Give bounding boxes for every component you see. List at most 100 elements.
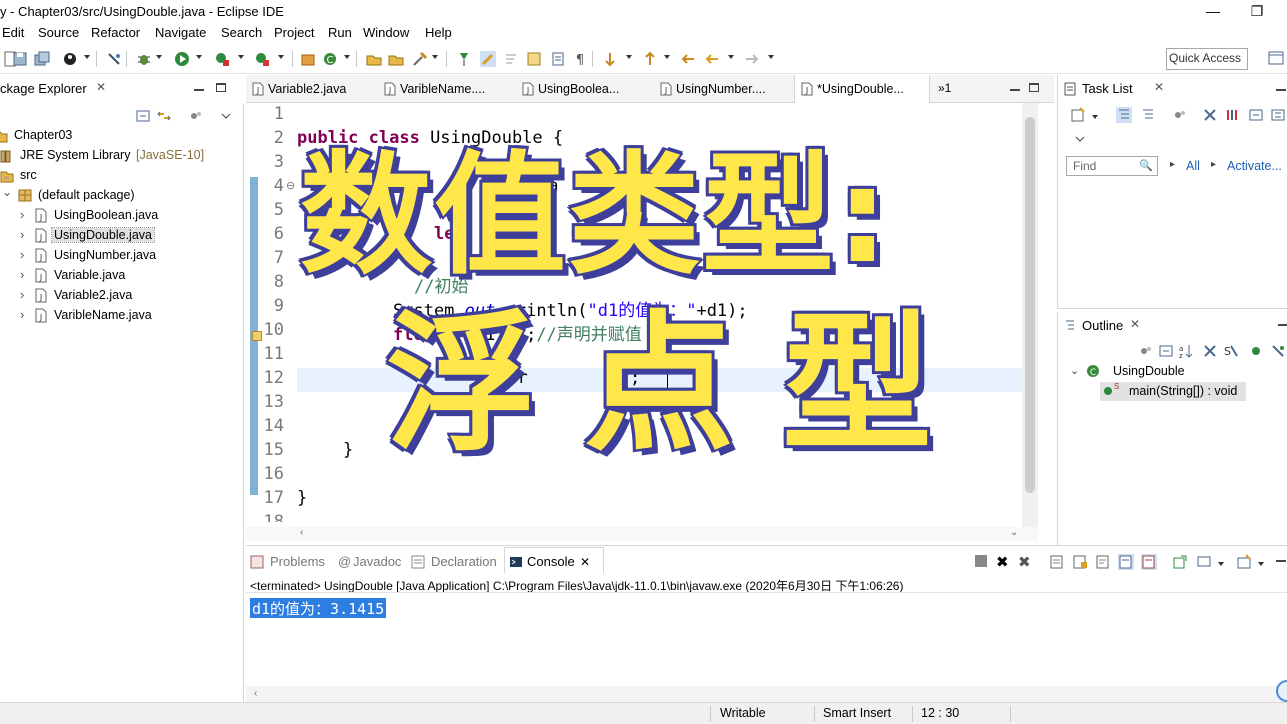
tab-declaration[interactable]: Declaration — [431, 554, 497, 569]
chevron-right-icon[interactable]: › — [20, 307, 24, 322]
scheduled-icon[interactable] — [1140, 107, 1156, 123]
account-icon[interactable] — [62, 51, 78, 67]
tab-overflow-button[interactable]: »1 — [938, 81, 951, 95]
hide-non-public-icon[interactable] — [1248, 343, 1264, 359]
hide-static-icon[interactable]: S — [1222, 343, 1238, 359]
last-edit-location-icon[interactable] — [680, 51, 696, 67]
outline-tab[interactable]: Outline ✕ — [1058, 312, 1158, 340]
editor-vertical-scrollbar[interactable] — [1022, 103, 1038, 527]
code-line-17[interactable]: } — [297, 488, 307, 508]
external-tools-icon[interactable] — [254, 51, 270, 67]
block-selection-icon[interactable] — [526, 51, 542, 67]
account-dropdown-icon[interactable] — [84, 55, 90, 59]
tab-problems[interactable]: Problems — [270, 554, 325, 569]
close-icon[interactable]: ✕ — [96, 80, 106, 94]
back-icon[interactable] — [704, 51, 720, 67]
search-icon[interactable]: 🔍 — [1139, 159, 1153, 172]
minimize-view-icon[interactable] — [1276, 89, 1286, 91]
activate-link[interactable]: Activate... — [1227, 159, 1282, 173]
external-tools-dropdown-icon[interactable] — [278, 55, 284, 59]
menu-edit[interactable]: Edit — [2, 25, 24, 40]
tree-item[interactable]: ⌄ (default package) — [0, 185, 240, 206]
scroll-down-icon[interactable]: ⌄ — [1010, 527, 1018, 538]
remove-launch-icon[interactable]: ✖ — [996, 553, 1012, 571]
editor-tab-variable2[interactable]: J Variable2.java — [246, 75, 378, 103]
new-class-dropdown-icon[interactable] — [344, 55, 350, 59]
new-java-package-icon[interactable] — [300, 51, 316, 67]
console-horizontal-scrollbar[interactable]: ‹ — [246, 686, 1287, 703]
open-task-icon[interactable] — [388, 51, 404, 67]
outline-class-name[interactable]: UsingDouble — [1113, 364, 1185, 378]
chevron-right-icon[interactable]: › — [20, 227, 24, 242]
tree-item[interactable]: › J Variable.java — [0, 266, 240, 286]
filter-icon[interactable] — [1138, 343, 1154, 359]
show-on-stderr-icon[interactable] — [1141, 554, 1157, 570]
pin-console-icon[interactable] — [1172, 554, 1188, 570]
menu-project[interactable]: Project — [274, 25, 314, 40]
collapse-all-icon[interactable] — [1158, 343, 1174, 359]
task-list-tab[interactable]: Task List ✕ — [1058, 75, 1178, 103]
filter-icon[interactable] — [1172, 107, 1188, 123]
run-icon[interactable] — [174, 51, 190, 67]
editor-tab-using-double[interactable]: J *UsingDouble... — [794, 75, 930, 103]
paragraph-icon[interactable]: ¶ — [572, 51, 588, 67]
show-on-stdout-icon[interactable] — [1118, 554, 1134, 570]
open-console-dropdown-icon[interactable] — [1258, 562, 1264, 566]
menu-run[interactable]: Run — [328, 25, 352, 40]
save-all-icon[interactable] — [34, 51, 50, 67]
minimize-editor-icon[interactable] — [1010, 89, 1020, 91]
sort-icon[interactable]: az — [1178, 343, 1194, 360]
show-whitespace-icon[interactable] — [550, 51, 566, 67]
editor-tab-varible-name[interactable]: J VaribleName.... — [378, 75, 516, 103]
back-dropdown-icon[interactable] — [728, 55, 734, 59]
outline-method-row[interactable]: S main(String[]) : void — [1100, 382, 1246, 401]
debug-dropdown-icon[interactable] — [156, 55, 162, 59]
fold-icon[interactable]: ⊖ — [286, 179, 295, 192]
remove-all-icon[interactable]: ✖ — [1018, 553, 1034, 571]
menu-navigate[interactable]: Navigate — [155, 25, 206, 40]
new-task-dropdown-icon[interactable] — [1092, 115, 1098, 119]
chevron-right-icon[interactable]: › — [20, 207, 24, 222]
quick-access-field[interactable]: Quick Access — [1166, 48, 1248, 70]
tree-item[interactable]: › J UsingNumber.java — [0, 246, 240, 266]
display-console-icon[interactable] — [1196, 554, 1212, 570]
forward-icon[interactable] — [744, 51, 760, 67]
menu-search[interactable]: Search — [221, 25, 262, 40]
clear-console-icon[interactable] — [1049, 554, 1065, 570]
chevron-down-icon[interactable] — [1072, 131, 1088, 147]
toggle-highlight-icon[interactable] — [480, 51, 496, 67]
hide-completed-icon[interactable] — [1202, 107, 1218, 123]
minimize-view-icon[interactable] — [194, 89, 204, 91]
scrollbar-thumb[interactable] — [1025, 117, 1035, 493]
open-console-icon[interactable] — [1236, 554, 1252, 570]
hide-fields-icon[interactable] — [1202, 343, 1218, 359]
chevron-down-icon[interactable] — [218, 108, 234, 124]
editor-tab-using-number[interactable]: J UsingNumber.... — [654, 75, 794, 103]
maximize-view-icon[interactable] — [216, 83, 226, 92]
forward-dropdown-icon[interactable] — [768, 55, 774, 59]
code-line-15[interactable]: } — [343, 440, 353, 460]
find-input[interactable]: Find 🔍 — [1066, 156, 1158, 176]
toggle-mark-occurrences-icon[interactable] — [456, 51, 472, 67]
restore-button[interactable]: ❐ — [1240, 0, 1274, 22]
menu-refactor[interactable]: Refactor — [91, 25, 140, 40]
new-task-icon[interactable] — [1070, 107, 1086, 123]
menu-source[interactable]: Source — [38, 25, 79, 40]
collapse-all-icon[interactable] — [135, 108, 151, 124]
display-console-dropdown-icon[interactable] — [1218, 562, 1224, 566]
terminate-icon[interactable] — [975, 555, 987, 567]
maximize-editor-icon[interactable] — [1029, 83, 1039, 92]
console-output-line[interactable]: d1的值为：3.1415 — [250, 598, 387, 618]
minimize-view-icon[interactable] — [1276, 560, 1286, 562]
chevron-right-icon[interactable]: › — [20, 247, 24, 262]
next-annotation-icon[interactable] — [602, 51, 618, 67]
previous-annotation-icon[interactable] — [642, 51, 658, 67]
scroll-left-icon[interactable]: ‹ — [300, 527, 303, 538]
tab-javadoc[interactable]: Javadoc — [353, 554, 401, 569]
toggle-word-wrap-icon[interactable] — [504, 51, 520, 67]
minimize-button[interactable]: — — [1196, 0, 1230, 22]
tree-item[interactable]: › J UsingDouble.java — [0, 226, 240, 246]
chevron-down-icon[interactable]: ⌄ — [2, 185, 12, 199]
expand-all-icon[interactable] — [1270, 107, 1286, 123]
hide-local-types-icon[interactable] — [1270, 343, 1286, 359]
